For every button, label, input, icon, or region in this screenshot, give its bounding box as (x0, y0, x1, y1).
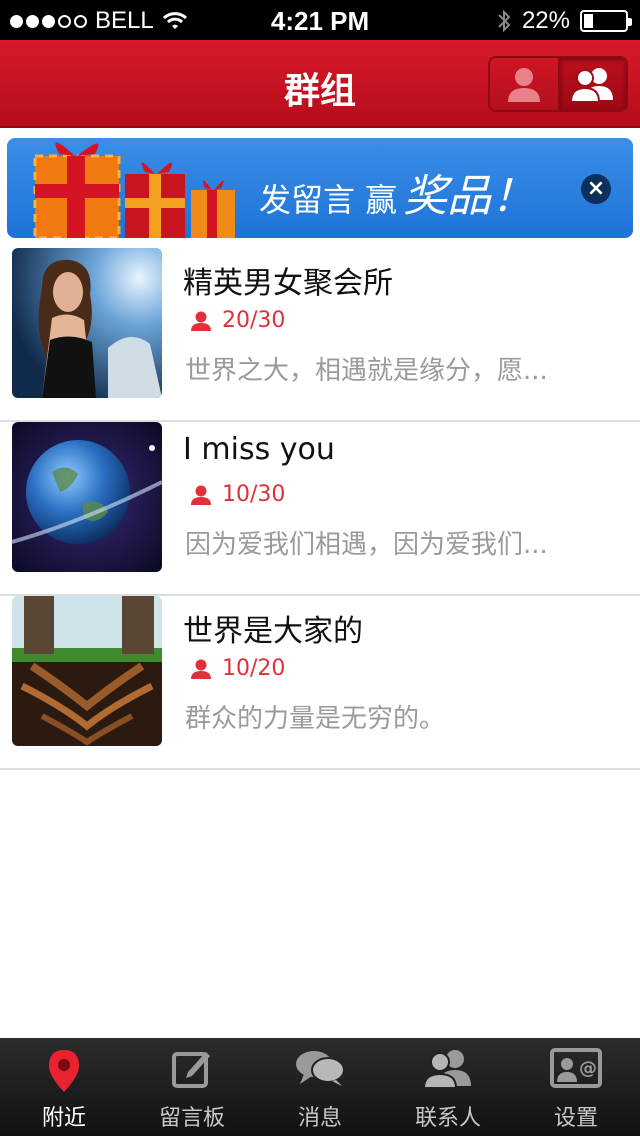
group-name: 世界是大家的 (183, 614, 363, 649)
banner-main-text: 发留言 赢 (259, 181, 398, 219)
status-right: 22% (496, 7, 632, 35)
list-item[interactable]: 精英男女聚会所 20/30 世界之大，相遇就是缘分，愿... (0, 248, 640, 422)
group-thumbnail (12, 422, 162, 572)
list-item[interactable]: I miss you 10/30 因为爱我们相遇，因为爱我们... (0, 422, 640, 596)
group-thumbnail (12, 248, 162, 398)
nav-bar: 群组 (0, 40, 640, 128)
tab-settings[interactable]: @ 设置 (512, 1038, 640, 1136)
close-icon[interactable]: × (581, 174, 611, 204)
member-count-text: 10/20 (222, 656, 286, 681)
group-button[interactable] (557, 58, 626, 110)
group-description: 群众的力量是无穷的。 (185, 704, 446, 734)
group-list: 精英男女聚会所 20/30 世界之大，相遇就是缘分，愿... I miss yo… (0, 248, 640, 770)
person-icon (507, 68, 540, 102)
member-count-text: 20/30 (222, 308, 286, 333)
member-count: 20/30 (190, 308, 285, 333)
status-bar: BELL 4:21 PM 22% (0, 0, 640, 40)
svg-text:@: @ (579, 1058, 597, 1079)
member-count-text: 10/30 (222, 482, 286, 507)
tab-label: 联系人 (414, 1106, 481, 1131)
settings-card-icon: @ (550, 1048, 602, 1088)
battery-icon (580, 10, 632, 32)
tab-messages[interactable]: 消息 (256, 1038, 384, 1136)
contacts-icon (423, 1050, 471, 1088)
single-user-button[interactable] (490, 58, 558, 110)
tab-message-board[interactable]: 留言板 (128, 1038, 256, 1136)
chat-bubbles-icon (296, 1051, 345, 1086)
list-item[interactable]: 世界是大家的 10/20 群众的力量是无穷的。 (0, 596, 640, 770)
group-icon (569, 68, 613, 103)
person-icon (191, 659, 211, 679)
member-count: 10/30 (190, 482, 285, 507)
group-description: 世界之大，相遇就是缘分，愿... (185, 356, 548, 386)
group-name: 精英男女聚会所 (183, 266, 393, 301)
gift-boxes-icon (33, 142, 235, 238)
group-name: I miss you (183, 432, 335, 467)
group-thumbnail (12, 596, 162, 746)
compose-icon (172, 1052, 210, 1088)
person-icon (191, 311, 211, 331)
bluetooth-icon (498, 9, 511, 33)
tab-contacts[interactable]: 联系人 (384, 1038, 512, 1136)
location-pin-icon (49, 1050, 79, 1092)
group-description: 因为爱我们相遇，因为爱我们... (185, 530, 548, 560)
tab-label: 设置 (553, 1106, 598, 1131)
banner-highlight: 奖品！ (403, 171, 536, 222)
member-count: 10/20 (190, 656, 285, 681)
person-icon (191, 485, 211, 505)
tab-label: 留言板 (158, 1106, 225, 1131)
segmented-control (488, 56, 628, 112)
tab-bar: 附近 留言板 消息 联系人 @ 设置 (0, 1038, 640, 1136)
promo-banner[interactable]: 发留言 赢奖品！ × (7, 138, 633, 238)
banner-text: 发留言 赢奖品！ (259, 160, 535, 224)
battery-percent: 22% (521, 7, 570, 34)
tab-label: 消息 (297, 1106, 342, 1131)
tab-label: 附近 (41, 1106, 86, 1131)
tab-nearby[interactable]: 附近 (0, 1038, 128, 1136)
